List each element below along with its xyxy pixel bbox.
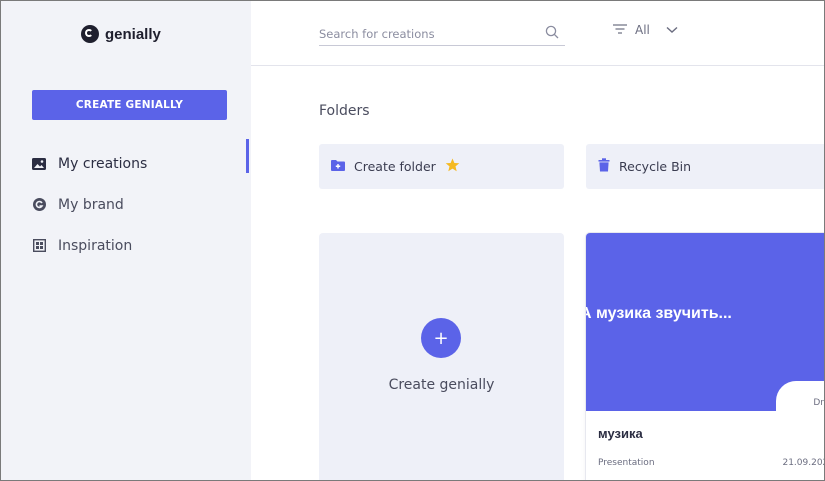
sidebar-nav: My creations My brand Inspiration bbox=[32, 139, 251, 266]
main-content: Folders Create folder Recycle Bin + Crea… bbox=[251, 66, 824, 480]
genially-logo-icon bbox=[81, 25, 99, 43]
plus-icon: + bbox=[421, 318, 461, 358]
topbar: All bbox=[251, 1, 824, 66]
recycle-bin-label: Recycle Bin bbox=[619, 159, 692, 174]
genially-brand-icon bbox=[32, 198, 46, 212]
create-genially-label: Create genially bbox=[388, 377, 495, 393]
filter-dropdown[interactable]: All bbox=[613, 23, 678, 37]
app-window: genially CREATE GENIALLY My creations My… bbox=[0, 0, 825, 481]
trash-icon bbox=[598, 158, 610, 175]
search-box bbox=[319, 23, 565, 46]
create-folder-button[interactable]: Create folder bbox=[319, 144, 564, 189]
creation-date: 21.09.2020 bbox=[782, 458, 824, 468]
star-icon bbox=[445, 158, 460, 175]
creation-title: музика bbox=[598, 426, 643, 441]
image-icon bbox=[32, 157, 46, 171]
logo-area: genially bbox=[1, 1, 251, 65]
recycle-bin-button[interactable]: Recycle Bin bbox=[586, 144, 824, 189]
sidebar-item-label: My brand bbox=[58, 196, 124, 213]
logo[interactable]: genially bbox=[81, 25, 161, 43]
creation-type: Presentation bbox=[598, 458, 655, 468]
status-badge: Draft bbox=[813, 398, 824, 408]
create-folder-label: Create folder bbox=[354, 159, 436, 174]
active-indicator bbox=[246, 139, 249, 173]
folder-plus-icon bbox=[331, 159, 345, 174]
sidebar-item-my-creations[interactable]: My creations bbox=[32, 139, 251, 184]
search-icon[interactable] bbox=[545, 24, 559, 43]
creation-thumbnail: А музика звучить... bbox=[586, 233, 824, 411]
chevron-down-icon bbox=[666, 23, 678, 37]
sidebar-item-inspiration[interactable]: Inspiration bbox=[32, 225, 251, 266]
create-genially-button[interactable]: CREATE GENIALLY bbox=[32, 90, 227, 120]
sidebar-item-my-brand[interactable]: My brand bbox=[32, 184, 251, 225]
folders-title: Folders bbox=[319, 103, 370, 119]
sidebar-item-label: My creations bbox=[58, 155, 148, 172]
inspiration-icon bbox=[32, 239, 46, 253]
sidebar: genially CREATE GENIALLY My creations My… bbox=[1, 1, 251, 480]
sidebar-item-label: Inspiration bbox=[58, 237, 133, 254]
search-input[interactable] bbox=[319, 27, 529, 41]
create-genially-card[interactable]: + Create genially bbox=[319, 233, 564, 480]
creation-card[interactable]: А музика звучить... Draft музика Present… bbox=[586, 233, 824, 480]
thumbnail-title: А музика звучить... bbox=[586, 305, 732, 322]
logo-text: genially bbox=[105, 25, 161, 43]
filter-icon bbox=[613, 23, 627, 37]
filter-value: All bbox=[635, 23, 650, 37]
